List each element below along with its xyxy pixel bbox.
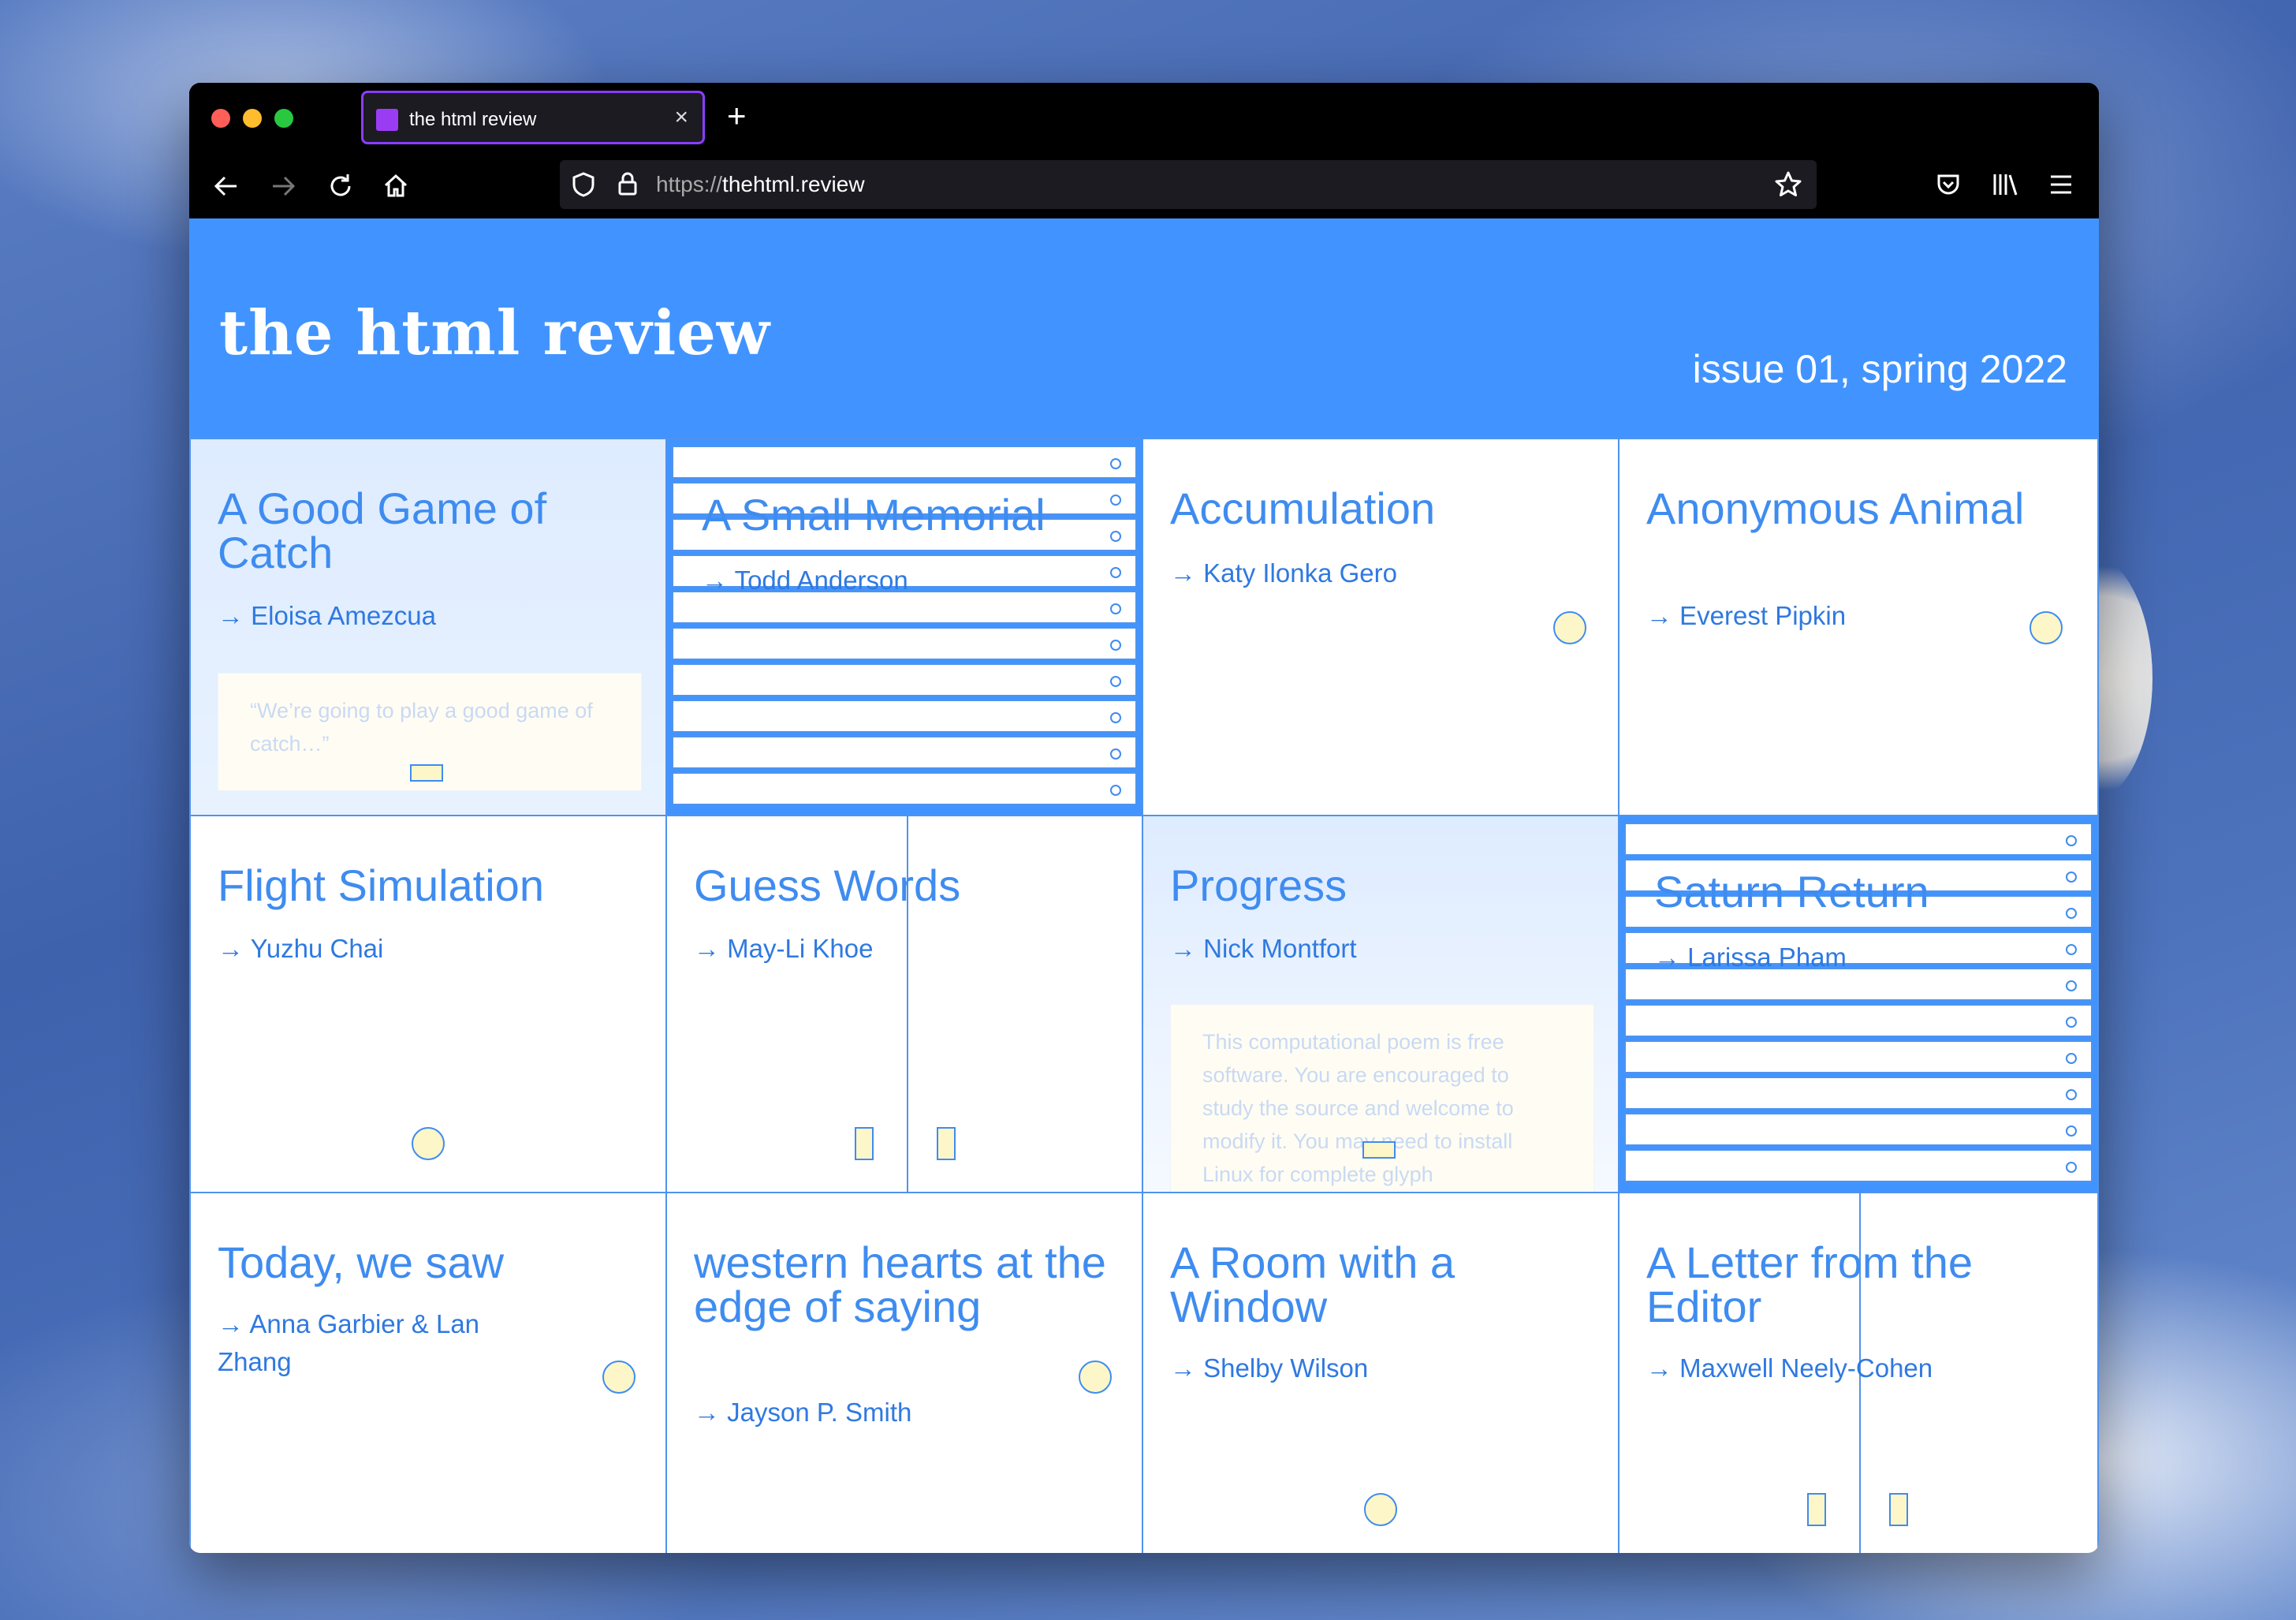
ring-icon: [2066, 1089, 2077, 1100]
ring-icon: [2066, 980, 2077, 991]
page-content: the html review issue 01, spring 2022 A …: [189, 218, 2099, 1553]
ring-icon: [2066, 1053, 2077, 1064]
card-title: A Room with a Window: [1170, 1237, 1456, 1331]
ring-icon: [2066, 835, 2077, 846]
decor-circle-icon: [1364, 1493, 1397, 1526]
ring-icon: [1110, 676, 1121, 687]
card-title: A Letter from the Editor: [1646, 1237, 1973, 1331]
card-title: Saturn Return: [1654, 867, 1929, 916]
ring-icon: [1110, 785, 1121, 796]
navigation-toolbar: https://thehtml.review: [189, 152, 2099, 218]
close-window-button[interactable]: [211, 109, 230, 128]
ring-icon: [1110, 567, 1121, 578]
browser-window: the html review × + https://thehtml.revi…: [189, 83, 2099, 1553]
home-icon[interactable]: [382, 172, 410, 200]
decor-rect-icon: [937, 1127, 956, 1160]
ring-icon: [1110, 458, 1121, 469]
ring-icon: [2066, 908, 2077, 919]
card-anonymous-animal[interactable]: Anonymous Animal → Everest Pipkin: [1618, 438, 2099, 816]
card-title: Progress: [1170, 860, 1347, 910]
pocket-icon[interactable]: [1935, 171, 1962, 198]
card-author: → Nick Montfort: [1170, 934, 1357, 963]
ring-icon: [2066, 872, 2077, 883]
ring-icon: [2066, 944, 2077, 955]
card-excerpt: This computational poem is free software…: [1170, 1004, 1594, 1192]
new-tab-button[interactable]: +: [727, 97, 747, 135]
ring-icon: [2066, 1125, 2077, 1137]
decor-rect-icon: [1807, 1493, 1826, 1526]
decor-circle-icon: [1079, 1361, 1112, 1394]
card-author: → Todd Anderson: [702, 566, 908, 595]
lock-icon[interactable]: [617, 170, 639, 197]
card-title: A Small Memorial: [702, 490, 1046, 539]
forward-arrow-icon[interactable]: [270, 173, 296, 200]
back-arrow-icon[interactable]: [213, 173, 240, 200]
library-icon[interactable]: [1992, 171, 2020, 198]
card-author: → Jayson P. Smith: [694, 1398, 912, 1427]
site-header: the html review issue 01, spring 2022: [189, 218, 2099, 438]
shield-icon[interactable]: [571, 171, 596, 198]
url-text[interactable]: https://thehtml.review: [656, 172, 865, 197]
card-guess-words[interactable]: Guess Words → May-Li Khoe: [665, 815, 1143, 1193]
card-progress[interactable]: Progress → Nick Montfort This computatio…: [1142, 815, 1620, 1193]
card-author: → Maxwell Neely-Cohen: [1646, 1353, 1933, 1383]
browser-tab[interactable]: the html review ×: [361, 91, 705, 144]
decor-circle-icon: [1553, 611, 1586, 644]
url-protocol: https://: [656, 172, 723, 196]
card-title: Flight Simulation: [218, 860, 544, 910]
decor-rect-icon: [1362, 1141, 1396, 1159]
card-a-room-with-a-window[interactable]: A Room with a Window → Shelby Wilson: [1142, 1192, 1620, 1553]
card-title: A Good Game of Catch: [218, 483, 547, 577]
card-western-hearts[interactable]: western hearts at the edge of saying → J…: [665, 1192, 1143, 1553]
ring-icon: [1110, 531, 1121, 542]
card-title: Today, we saw: [218, 1237, 505, 1287]
card-author: → Larissa Pham: [1654, 943, 1847, 972]
card-author: → Katy Ilonka Gero: [1170, 558, 1397, 588]
card-author: → Shelby Wilson: [1170, 1353, 1369, 1383]
hamburger-menu-icon[interactable]: [2048, 173, 2074, 196]
issue-label: issue 01, spring 2022: [1692, 347, 2067, 391]
decor-rect-icon: [410, 764, 443, 782]
ring-icon: [2066, 1162, 2077, 1173]
decor-circle-icon: [412, 1127, 445, 1160]
card-today-we-saw[interactable]: Today, we saw → Anna Garbier & Lan Zhang: [189, 1192, 667, 1553]
url-host: thehtml.review: [722, 172, 865, 196]
contents-grid: A Good Game of Catch → Eloisa Amezcua “W…: [189, 438, 2099, 1553]
card-accumulation[interactable]: Accumulation → Katy Ilonka Gero: [1142, 438, 1620, 816]
minimize-window-button[interactable]: [243, 109, 262, 128]
reload-icon[interactable]: [326, 172, 355, 200]
card-title: Accumulation: [1170, 483, 1436, 533]
site-title[interactable]: the html review: [219, 297, 770, 369]
card-a-small-memorial[interactable]: A Small Memorial → Todd Anderson: [665, 438, 1143, 816]
zoom-window-button[interactable]: [274, 109, 293, 128]
ring-icon: [2066, 1017, 2077, 1028]
favicon-icon: [376, 109, 398, 131]
card-saturn-return[interactable]: Saturn Return → Larissa Pham: [1618, 815, 2099, 1193]
decor-circle-icon: [2030, 611, 2063, 644]
url-bar[interactable]: https://thehtml.review: [560, 160, 1817, 209]
card-a-good-game-of-catch[interactable]: A Good Game of Catch → Eloisa Amezcua “W…: [189, 438, 667, 816]
card-author: → Everest Pipkin: [1646, 601, 1847, 630]
decor-rect-icon: [855, 1127, 874, 1160]
tab-title: the html review: [409, 109, 537, 130]
ring-icon: [1110, 495, 1121, 506]
card-author: → Yuzhu Chai: [218, 934, 384, 963]
card-title: western hearts at the edge of saying: [694, 1237, 1106, 1331]
card-a-letter-from-the-editor[interactable]: A Letter from the Editor → Maxwell Neely…: [1618, 1192, 2099, 1553]
title-bar: the html review × +: [189, 83, 2099, 152]
card-author: → May-Li Khoe: [694, 934, 874, 963]
ring-icon: [1110, 748, 1121, 760]
card-flight-simulation[interactable]: Flight Simulation → Yuzhu Chai: [189, 815, 667, 1193]
card-author: → Anna Garbier & Lan Zhang: [218, 1309, 480, 1376]
card-title: Guess Words: [694, 860, 961, 910]
ring-icon: [1110, 640, 1121, 651]
star-icon[interactable]: [1774, 170, 1802, 199]
card-author: → Eloisa Amezcua: [218, 601, 436, 630]
card-title: Anonymous Animal: [1646, 483, 2025, 533]
decor-circle-icon: [602, 1361, 636, 1394]
decor-rect-icon: [1889, 1493, 1908, 1526]
ring-icon: [1110, 712, 1121, 723]
ring-icon: [1110, 603, 1121, 614]
tab-close-icon[interactable]: ×: [674, 104, 688, 131]
